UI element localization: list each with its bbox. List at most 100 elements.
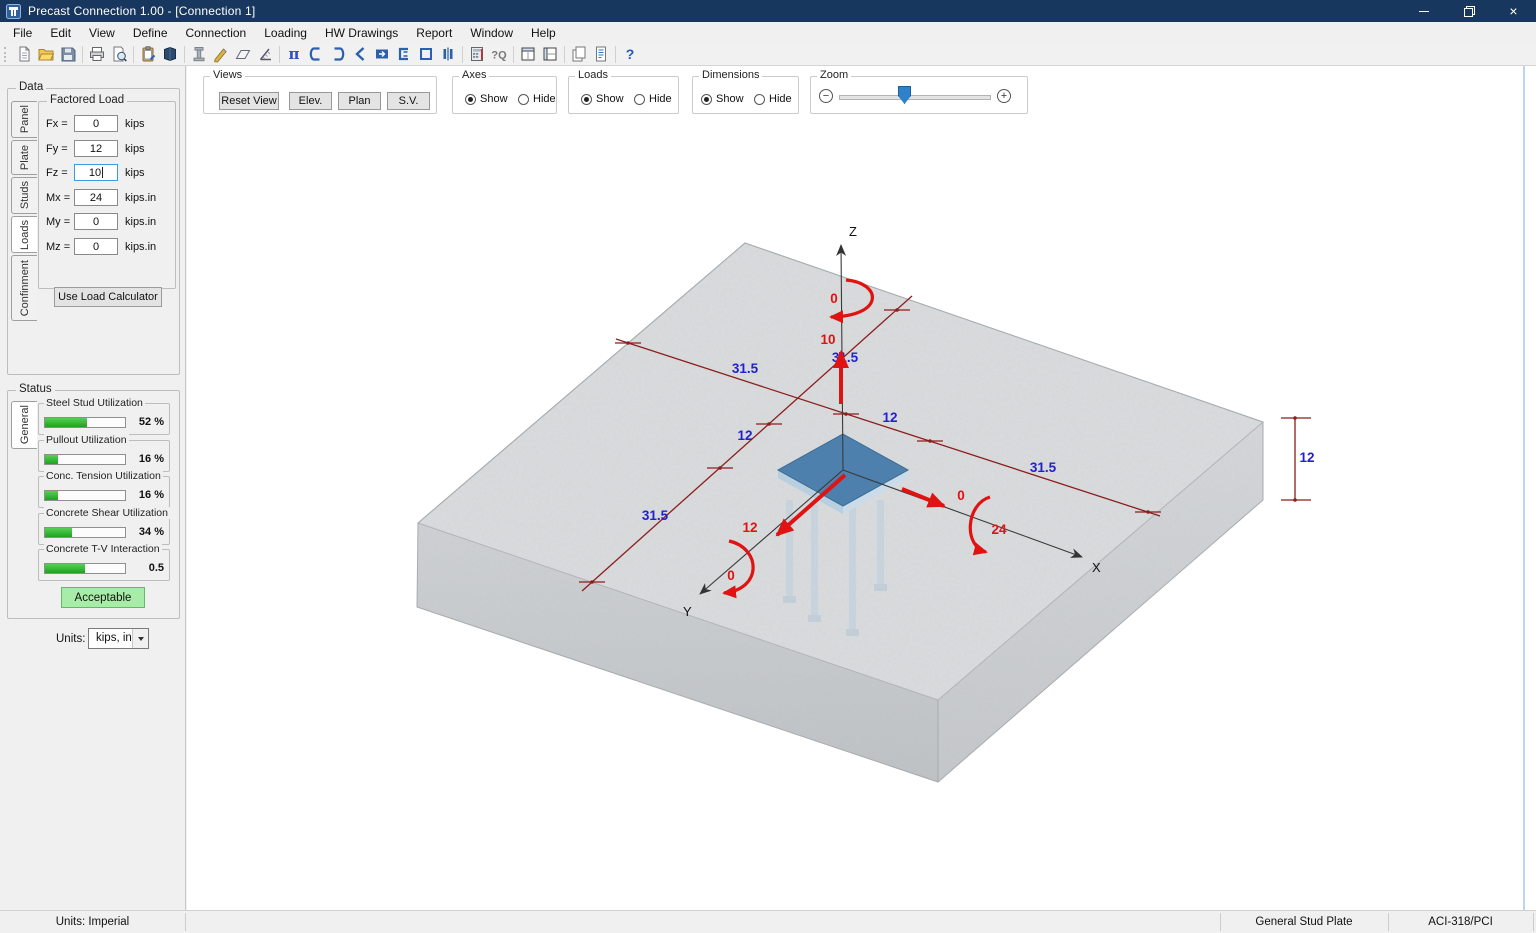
menu-file[interactable]: File: [4, 23, 41, 43]
menu-view[interactable]: View: [80, 23, 124, 43]
window-title: Precast Connection 1.00 - [Connection 1]: [28, 4, 255, 18]
elevation-view-button[interactable]: Elev.: [289, 92, 332, 110]
help-icon: ?: [621, 45, 639, 63]
steel-stud-utilization: Steel Stud Utilization 52 %: [38, 403, 170, 435]
section-left-tool-button[interactable]: [305, 44, 327, 65]
axes-hide-radio[interactable]: Hide: [518, 93, 556, 105]
zoom-out-button[interactable]: −: [819, 89, 833, 103]
new-document-icon: [15, 45, 33, 63]
edit-pen-button[interactable]: [210, 44, 232, 65]
my-input[interactable]: 0: [74, 213, 118, 230]
toolbar-separator: [564, 46, 565, 63]
plate-outline-tool-button[interactable]: [415, 44, 437, 65]
menu-hw-drawings[interactable]: HW Drawings: [316, 23, 407, 43]
side-view-button[interactable]: S.V.: [387, 92, 430, 110]
text-caret: [102, 167, 103, 178]
copy-button[interactable]: [568, 44, 590, 65]
fy-value: 12: [742, 520, 757, 535]
stud-table-button[interactable]: [517, 44, 539, 65]
tab-confinment[interactable]: Confinment: [11, 255, 37, 321]
progress-bar: [44, 417, 126, 428]
zoom-slider-track[interactable]: [839, 95, 991, 100]
tab-panel[interactable]: Panel: [11, 101, 37, 138]
channel-tool-button[interactable]: [393, 44, 415, 65]
stud-icon: [190, 45, 208, 63]
save-button[interactable]: [57, 44, 79, 65]
fy-input[interactable]: 12: [74, 140, 118, 157]
materials-book-button[interactable]: [159, 44, 181, 65]
section-left-icon: [307, 45, 325, 63]
symmetry-tool-button[interactable]: [437, 44, 459, 65]
data-group-title: Data: [16, 81, 46, 93]
dropdown-arrow-button[interactable]: [132, 629, 148, 648]
menu-loading[interactable]: Loading: [255, 23, 316, 43]
print-button[interactable]: [86, 44, 108, 65]
menu-edit[interactable]: Edit: [41, 23, 80, 43]
export-report-button[interactable]: [137, 44, 159, 65]
copy-icon: [570, 45, 588, 63]
tab-plate[interactable]: Plate: [11, 140, 37, 175]
menu-define[interactable]: Define: [124, 23, 177, 43]
fx-row: Fx = 0 kips: [46, 114, 145, 133]
status-group: Status General Steel Stud Utilization 52…: [7, 390, 180, 619]
help-button[interactable]: ?: [619, 44, 641, 65]
y-axis-label: Y: [683, 604, 692, 619]
views-group: Views Reset View Elev. Plan S.V.: [203, 76, 437, 114]
scene-svg: 31.5 12 31.5 31.5 12 31.5 12 Z X Y: [187, 66, 1536, 910]
stud-tool-button[interactable]: [188, 44, 210, 65]
fy-unit: kips: [125, 143, 145, 155]
minimize-button[interactable]: [1401, 0, 1446, 22]
factored-load-title: Factored Load: [47, 94, 127, 106]
pullout-utilization: Pullout Utilization 16 %: [38, 440, 170, 472]
fz-input[interactable]: 10: [74, 164, 118, 181]
tab-loads[interactable]: Loads: [11, 216, 37, 253]
mx-unit: kips.in: [125, 192, 156, 204]
tab-studs[interactable]: Studs: [11, 177, 37, 214]
viewport-3d[interactable]: 31.5 12 31.5 31.5 12 31.5 12 Z X Y: [187, 66, 1536, 910]
zoom-slider-thumb[interactable]: [898, 86, 911, 104]
mz-unit: kips.in: [125, 241, 156, 253]
plan-view-button[interactable]: Plan: [338, 92, 381, 110]
menu-report[interactable]: Report: [407, 23, 461, 43]
stud-table-icon: [519, 45, 537, 63]
reset-view-button[interactable]: Reset View: [219, 92, 279, 110]
weld-tool-button[interactable]: [254, 44, 276, 65]
mz-input[interactable]: 0: [74, 238, 118, 255]
dim-thickness: 12: [1299, 450, 1314, 465]
weld-icon: [256, 45, 274, 63]
menu-help[interactable]: Help: [522, 23, 565, 43]
factored-load-group: Factored Load Fx = 0 kips Fy = 12 kips F…: [38, 101, 176, 289]
restore-button[interactable]: [1446, 0, 1491, 22]
plate-tool-button[interactable]: [232, 44, 254, 65]
loads-show-radio[interactable]: Show: [581, 93, 624, 105]
query-tool-button[interactable]: ?Q: [488, 44, 510, 65]
print-preview-button[interactable]: [108, 44, 130, 65]
section-right-tool-button[interactable]: [327, 44, 349, 65]
open-file-button[interactable]: [35, 44, 57, 65]
use-load-calculator-button[interactable]: Use Load Calculator: [54, 287, 162, 307]
loads-group-title: Loads: [575, 69, 611, 81]
dimensions-hide-radio[interactable]: Hide: [754, 93, 792, 105]
dimensions-show-radio[interactable]: Show: [701, 93, 744, 105]
axes-show-radio[interactable]: Show: [465, 93, 508, 105]
mx-input[interactable]: 24: [74, 189, 118, 206]
plate-table-button[interactable]: [539, 44, 561, 65]
panel-tool-button[interactable]: [371, 44, 393, 65]
zoom-in-button[interactable]: +: [997, 89, 1011, 103]
new-document-button[interactable]: [13, 44, 35, 65]
loads-hide-radio[interactable]: Hide: [634, 93, 672, 105]
restore-icon: [1464, 6, 1474, 16]
menu-window[interactable]: Window: [461, 23, 522, 43]
close-button[interactable]: ×: [1491, 0, 1536, 22]
mz-value: 0: [830, 291, 838, 306]
calculator-button[interactable]: [466, 44, 488, 65]
tab-general[interactable]: General: [11, 401, 37, 449]
sidebar: Data Panel Plate Studs Loads Confinment …: [0, 66, 186, 910]
menu-connection[interactable]: Connection: [177, 23, 256, 43]
fx-input[interactable]: 0: [74, 115, 118, 132]
report-doc-button[interactable]: [590, 44, 612, 65]
pi-tool-button[interactable]: π: [283, 44, 305, 65]
angle-tool-button[interactable]: [349, 44, 371, 65]
units-dropdown[interactable]: kips, in: [88, 628, 149, 649]
radio-icon: [581, 94, 592, 105]
